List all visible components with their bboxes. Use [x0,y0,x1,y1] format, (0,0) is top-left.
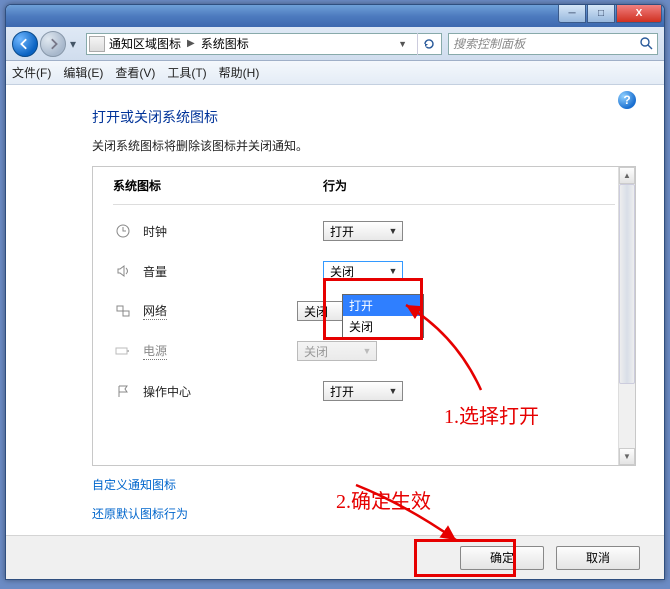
forward-button[interactable] [40,31,66,57]
battery-icon [113,343,133,359]
search-icon [639,36,653,53]
arrow-left-icon [19,38,31,50]
page-title: 打开或关闭系统图标 [92,107,664,127]
row-clock-label: 时钟 [143,223,323,240]
nav-history-dropdown[interactable]: ▾ [66,33,80,55]
help-icon[interactable]: ? [618,91,636,109]
nav-row: ▾ 通知区域图标 ▶ 系统图标 ▼ 搜索控制面板 [6,27,664,61]
menubar: 文件(F) 编辑(E) 查看(V) 工具(T) 帮助(H) [6,61,664,85]
window-buttons: ─ □ X [557,5,662,23]
network-icon [113,303,133,319]
breadcrumb-part-2[interactable]: 系统图标 [201,35,249,52]
monitor-icon [89,36,105,52]
flag-icon [113,383,133,399]
combo-actioncenter[interactable]: 打开 ▼ [323,381,403,401]
link-restore-defaults[interactable]: 还原默认图标行为 [92,505,664,522]
menu-view[interactable]: 查看(V) [115,64,155,81]
arrow-right-icon [47,38,59,50]
row-actioncenter: 操作中心 打开 ▼ [93,371,635,411]
combo-power: 关闭 ▼ [297,341,377,361]
menu-tools[interactable]: 工具(T) [167,64,206,81]
row-network-label: 网络 [143,302,167,320]
back-button[interactable] [12,31,38,57]
cancel-button[interactable]: 取消 [556,546,640,570]
combo-clock[interactable]: 打开 ▼ [323,221,403,241]
row-actioncenter-label: 操作中心 [143,383,323,400]
col-header-behavior: 行为 [323,177,615,194]
clock-icon [113,223,133,239]
scrollbar[interactable]: ▲ ▼ [618,167,635,465]
combo-option-open[interactable]: 打开 [343,295,423,316]
col-header-system-icon: 系统图标 [113,177,323,194]
minimize-button[interactable]: ─ [558,5,586,23]
refresh-button[interactable] [417,33,439,55]
page-subtitle: 关闭系统图标将删除该图标并关闭通知。 [92,137,664,154]
refresh-icon [422,37,436,51]
chevron-right-icon: ▶ [187,38,195,49]
scroll-down-icon[interactable]: ▼ [619,448,635,465]
control-panel-window: ─ □ X ▾ 通知区域图标 ▶ 系统图标 ▼ [5,4,665,580]
address-dropdown-icon[interactable]: ▼ [398,39,407,49]
combo-volume[interactable]: 关闭 ▼ [323,261,403,281]
search-placeholder: 搜索控制面板 [453,35,525,52]
combo-volume-dropdown: 打开 关闭 [342,294,424,338]
row-clock: 时钟 打开 ▼ [93,211,635,251]
system-icons-table: 系统图标 行为 时钟 打开 ▼ 音量 [92,166,636,466]
links: 自定义通知图标 还原默认图标行为 [92,476,664,522]
menu-file[interactable]: 文件(F) [12,64,51,81]
search-input[interactable]: 搜索控制面板 [448,33,658,55]
menu-help[interactable]: 帮助(H) [219,64,260,81]
footer: 确定 取消 [6,535,664,579]
speaker-icon [113,263,133,279]
chevron-down-icon: ▼ [386,384,400,398]
combo-option-close[interactable]: 关闭 [343,316,423,337]
chevron-down-icon: ▼ [386,224,400,238]
breadcrumb-part-1[interactable]: 通知区域图标 [109,35,181,52]
titlebar: ─ □ X [6,5,664,27]
chevron-down-icon: ▼ [360,344,374,358]
link-customize-icons[interactable]: 自定义通知图标 [92,476,664,493]
content-area: ? 打开或关闭系统图标 关闭系统图标将删除该图标并关闭通知。 系统图标 行为 时… [6,85,664,535]
row-volume-label: 音量 [143,263,323,280]
close-button[interactable]: X [616,5,662,23]
maximize-button[interactable]: □ [587,5,615,23]
address-bar[interactable]: 通知区域图标 ▶ 系统图标 ▼ [86,33,442,55]
scroll-thumb[interactable] [619,184,635,384]
row-volume: 音量 关闭 ▼ [93,251,635,291]
ok-button[interactable]: 确定 [460,546,544,570]
chevron-down-icon: ▼ [386,264,400,278]
menu-edit[interactable]: 编辑(E) [63,64,103,81]
row-power-label: 电源 [143,342,167,360]
scroll-up-icon[interactable]: ▲ [619,167,635,184]
